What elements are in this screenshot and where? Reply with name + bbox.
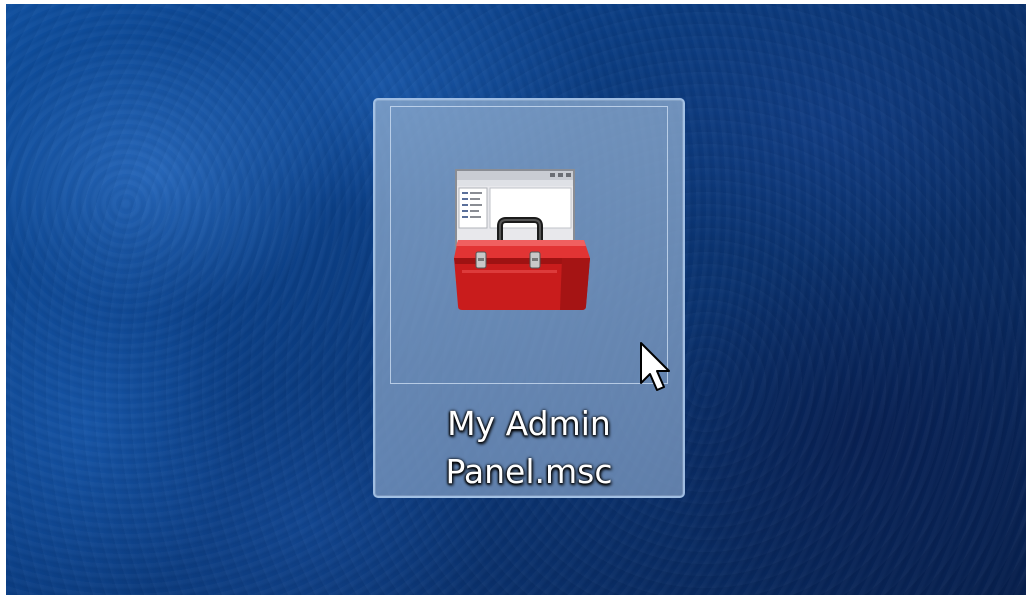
desktop-icon-my-admin-panel[interactable]: My Admin Panel.msc	[373, 98, 685, 498]
desktop[interactable]: My Admin Panel.msc	[6, 4, 1026, 595]
toolbox-window-icon	[454, 169, 590, 310]
icon-label-line2: Panel.msc	[445, 452, 613, 491]
arrow-cursor-icon	[640, 342, 670, 391]
desktop-icon-label[interactable]: My Admin Panel.msc	[375, 400, 683, 496]
icon-label-line1: My Admin	[447, 404, 611, 443]
